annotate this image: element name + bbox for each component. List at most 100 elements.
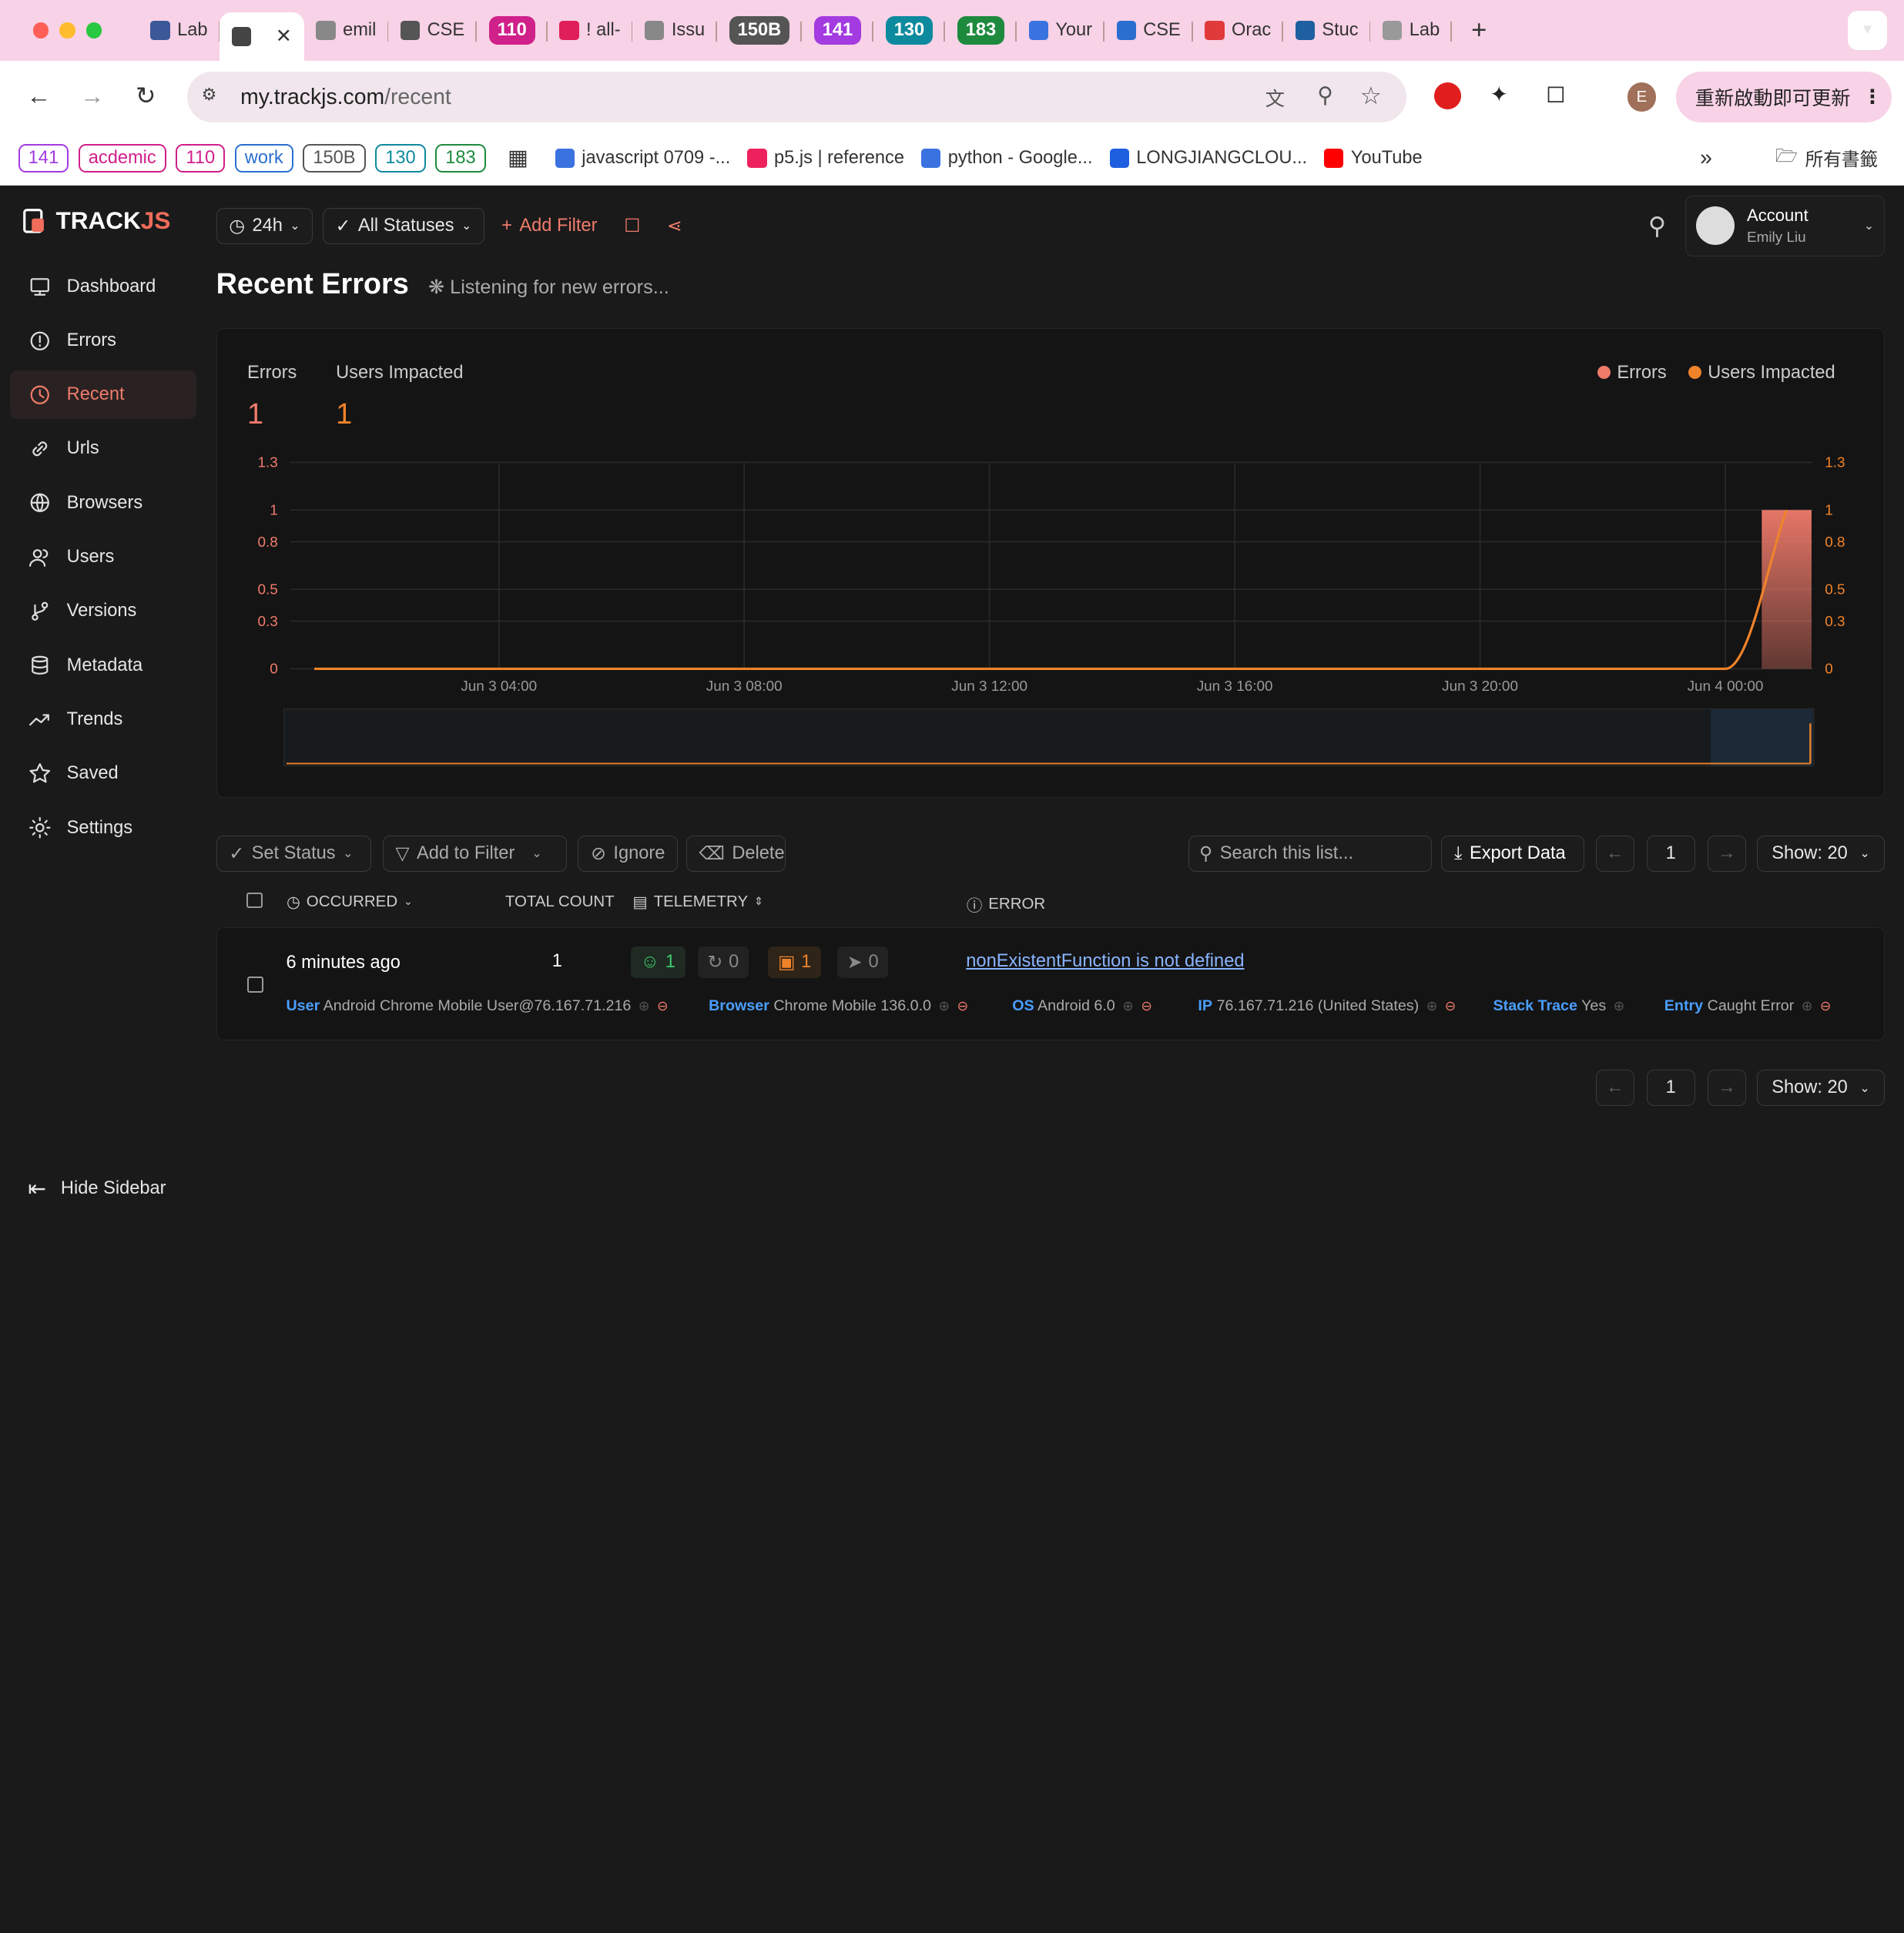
exclude-filter-icon[interactable]: ⊖ [1138, 998, 1152, 1013]
sidebar-item-versions[interactable]: Versions [10, 587, 197, 635]
browser-tab[interactable]: ! all- [548, 10, 633, 52]
meta-key[interactable]: User [286, 997, 320, 1014]
status-select[interactable]: ✓ All Statuses ⌄ [322, 207, 485, 244]
exclude-filter-icon[interactable]: ⊖ [653, 998, 669, 1013]
search-icon[interactable]: ⚲ [1648, 212, 1666, 240]
close-window-button[interactable] [32, 22, 49, 39]
browser-tab[interactable]: ✕ [220, 12, 304, 61]
include-filter-icon[interactable]: ⊕ [1423, 998, 1438, 1013]
ignore-button[interactable]: ⊘ Ignore [578, 835, 678, 872]
back-button[interactable]: ← [12, 82, 65, 110]
include-filter-icon[interactable]: ⊕ [1610, 998, 1625, 1013]
sidebar-item-dashboard[interactable]: Dashboard [10, 263, 197, 311]
bookmark-group[interactable]: acdemic [78, 143, 166, 173]
hide-sidebar-button[interactable]: ⇤ Hide Sidebar [28, 1176, 166, 1202]
bookmark-item[interactable]: javascript 0709 -... [555, 148, 730, 169]
next-page-button[interactable]: → [1707, 835, 1746, 872]
exclude-filter-icon[interactable]: ⊖ [1441, 998, 1456, 1013]
update-button[interactable]: 重新啟動即可更新 ⋮ [1675, 72, 1892, 123]
search-list-input[interactable]: ⚲ Search this list... [1188, 835, 1432, 872]
bookmark-item[interactable]: LONGJIANGCLOU... [1109, 148, 1307, 169]
page-size-select[interactable]: Show: 20 ⌄ [1757, 1069, 1885, 1107]
telemetry-column-header[interactable]: ▤ TELEMETRY ⇕ [632, 893, 763, 912]
more-bookmarks-icon[interactable]: » [1700, 146, 1712, 171]
prev-page-button[interactable]: ← [1595, 1069, 1634, 1107]
time-range-select[interactable]: ◷ 24h ⌄ [216, 207, 313, 244]
browser-tab[interactable]: Your [1017, 10, 1105, 52]
meta-key[interactable]: Browser [709, 997, 769, 1014]
site-info-icon[interactable]: ⚙ [202, 85, 217, 105]
sidebar-item-settings[interactable]: Settings [10, 803, 197, 852]
export-data-button[interactable]: ⤓ Export Data [1441, 835, 1585, 872]
meta-key[interactable]: Stack Trace [1493, 997, 1577, 1014]
bookmark-group[interactable]: 150B [303, 143, 366, 173]
browser-tab[interactable]: Issu [632, 10, 717, 52]
new-tab-button[interactable]: + [1459, 10, 1499, 52]
browser-tab[interactable]: Orac [1193, 10, 1283, 52]
browser-tab[interactable]: 183 [945, 10, 1017, 52]
include-filter-icon[interactable]: ⊕ [635, 998, 650, 1013]
address-bar[interactable]: ⚙ my.trackjs.com/recent 文 ⚲ ☆ [186, 72, 1406, 123]
bookmark-group[interactable]: 110 [176, 143, 226, 173]
page-number-input[interactable]: 1 [1646, 835, 1695, 872]
zoom-icon[interactable]: ⚲ [1317, 82, 1333, 109]
browser-tab[interactable]: emil [304, 10, 389, 52]
minimize-window-button[interactable] [59, 22, 75, 39]
extensions-puzzle-icon[interactable]: ◻ [1546, 79, 1566, 107]
bookmark-item[interactable]: python - Google... [921, 148, 1093, 169]
prev-page-button[interactable]: ← [1595, 835, 1634, 872]
sidebar-item-errors[interactable]: Errors [10, 317, 197, 365]
sidebar-item-metadata[interactable]: Metadata [10, 642, 197, 690]
include-filter-icon[interactable]: ⊕ [935, 998, 950, 1013]
browser-tab[interactable]: 110 [477, 10, 548, 52]
sidebar-item-trends[interactable]: Trends [10, 695, 197, 744]
include-filter-icon[interactable]: ⊕ [1798, 998, 1813, 1013]
next-page-button[interactable]: → [1707, 1069, 1746, 1107]
meta-key[interactable]: IP [1198, 997, 1212, 1014]
row-checkbox[interactable] [247, 976, 263, 998]
profile-avatar[interactable]: E [1627, 82, 1657, 112]
all-bookmarks[interactable]: 🗁 所有書籤 [1775, 142, 1878, 173]
page-size-select[interactable]: Show: 20 ⌄ [1757, 835, 1885, 872]
include-filter-icon[interactable]: ⊕ [1118, 998, 1134, 1013]
browser-tab[interactable]: Lab [1370, 10, 1452, 52]
bookmark-group[interactable]: 130 [375, 143, 426, 173]
adblock-icon[interactable] [1433, 82, 1461, 109]
browser-tab[interactable]: CSE [1105, 10, 1193, 52]
bookmark-item[interactable]: YouTube [1324, 148, 1423, 169]
sidebar-item-urls[interactable]: Urls [10, 424, 197, 473]
add-filter-button[interactable]: + Add Filter [501, 216, 597, 236]
set-status-button[interactable]: ✓ Set Status ⌄ [216, 835, 372, 872]
maximize-window-button[interactable] [85, 22, 102, 39]
page-number-input[interactable]: 1 [1646, 1069, 1695, 1107]
translate-icon[interactable]: 文 [1265, 84, 1285, 112]
sidebar-item-users[interactable]: Users [10, 533, 197, 581]
sidebar-item-browsers[interactable]: Browsers [10, 479, 197, 528]
browser-tab[interactable]: 141 [802, 10, 873, 52]
bookmark-icon[interactable]: ☐ [624, 215, 640, 237]
sidebar-item-saved[interactable]: Saved [10, 749, 197, 798]
delete-button[interactable]: ⌫ Delete [686, 835, 786, 872]
forward-button[interactable]: → [65, 82, 119, 110]
extension-bird-icon[interactable]: ✦ [1490, 82, 1508, 108]
browser-tab[interactable]: CSE [388, 10, 477, 52]
meta-key[interactable]: Entry [1664, 997, 1703, 1014]
bookmark-star-icon[interactable]: ☆ [1360, 82, 1382, 110]
trackjs-logo[interactable]: TRACKJS [21, 206, 170, 236]
browser-tab[interactable]: 150B [717, 10, 802, 52]
table-row[interactable]: 6 minutes ago 1 ☺ 1 ↻ 0 ▣ 1 ➤ 0 nonExistentF… [216, 927, 1885, 1041]
exclude-filter-icon[interactable]: ⊖ [1816, 998, 1832, 1013]
share-icon[interactable]: ⋖ [667, 215, 682, 237]
reload-button[interactable]: ↻ [119, 82, 172, 110]
account-menu[interactable]: Account Emily Liu ⌄ [1685, 195, 1885, 256]
sidebar-item-recent[interactable]: Recent [9, 370, 197, 420]
select-all-checkbox[interactable] [246, 892, 263, 909]
browser-tab[interactable]: Stuc [1283, 10, 1371, 52]
bookmark-group[interactable]: 141 [18, 143, 69, 173]
bookmark-group[interactable]: work [234, 143, 293, 173]
error-message-link[interactable]: nonExistentFunction is not defined [966, 951, 1244, 972]
close-tab-icon[interactable]: ✕ [276, 25, 292, 48]
browser-tab[interactable]: Lab [139, 10, 220, 52]
bookmark-group[interactable]: 183 [435, 143, 486, 173]
bookmark-item[interactable]: p5.js | reference [747, 148, 904, 169]
